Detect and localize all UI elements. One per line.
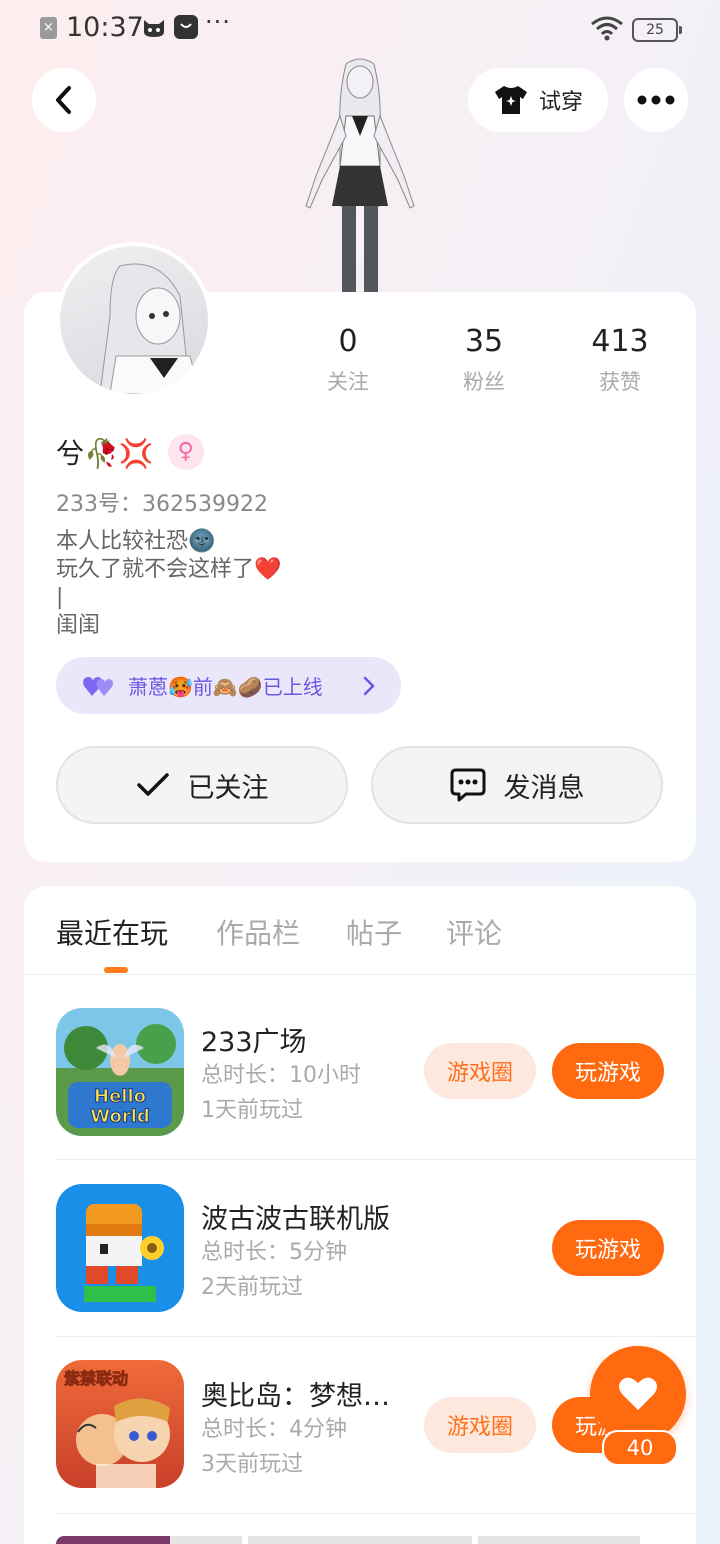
game-icon-aobi-island[interactable]: 紫禁联动 <box>56 1360 184 1488</box>
game-last-played: 2天前玩过 <box>201 1275 303 1300</box>
row-divider <box>56 1336 696 1337</box>
fans-label: 粉丝 <box>463 370 505 394</box>
game-2-artwork <box>56 1184 184 1312</box>
like-count: 40 <box>602 1430 678 1466</box>
notification-close-icon: × <box>40 17 57 39</box>
stat-following[interactable]: 0 关注 <box>293 324 403 396</box>
active-tab-indicator <box>104 967 128 973</box>
followed-button[interactable]: 已关注 <box>56 746 348 824</box>
tab-recently-played[interactable]: 最近在玩 <box>56 912 168 952</box>
shirt-sparkle-icon <box>494 86 527 114</box>
game-duration: 总时长：10小时 <box>201 1063 361 1088</box>
likes-count: 413 <box>591 324 649 359</box>
send-message-button[interactable]: 发消息 <box>371 746 663 824</box>
chat-bubble-icon <box>450 768 485 802</box>
wifi-icon <box>591 16 623 41</box>
try-on-button[interactable]: 试穿 <box>468 68 608 132</box>
play-game-button[interactable]: 玩游戏 <box>552 1043 664 1099</box>
app-bag-icon <box>174 15 198 39</box>
like-button[interactable] <box>590 1346 686 1442</box>
loading-bar <box>248 1536 472 1544</box>
avatar-3d-figure <box>305 58 415 294</box>
game-title[interactable]: 波古波古联机版 <box>201 1197 390 1236</box>
tab-works[interactable]: 作品栏 <box>216 912 300 952</box>
status-time: 10:37 <box>66 12 144 43</box>
game-circle-button[interactable]: 游戏圈 <box>424 1397 536 1453</box>
following-label: 关注 <box>327 370 369 394</box>
game-3-artwork: 紫禁联动 <box>56 1360 184 1488</box>
likes-label: 获赞 <box>599 370 641 394</box>
status-more-icon: ··· <box>205 8 231 36</box>
row-divider <box>56 1513 696 1514</box>
username-row: 兮🥀💢 ♀ <box>56 432 204 472</box>
game-3-logo-text: 紫禁联动 <box>64 1369 128 1388</box>
fanclub-text: 萧蒽🥵前🙈🥔已上线 <box>128 675 323 699</box>
chevron-left-icon <box>56 86 71 114</box>
bio-line: | <box>56 585 64 610</box>
double-heart-icon <box>83 676 113 696</box>
stat-fans[interactable]: 35 粉丝 <box>429 324 539 396</box>
loading-bar <box>170 1536 242 1544</box>
check-icon <box>136 773 169 796</box>
play-game-button[interactable]: 玩游戏 <box>552 1220 664 1276</box>
more-dots-icon <box>637 95 675 105</box>
game-circle-button[interactable]: 游戏圈 <box>424 1043 536 1099</box>
battery-icon: 25 <box>632 18 682 42</box>
tab-posts[interactable]: 帖子 <box>346 912 402 952</box>
followed-label: 已关注 <box>187 772 269 804</box>
bio-line: 本人比较社恐🌚 <box>56 529 216 554</box>
bio-line: 闺闺 <box>56 613 101 638</box>
game-last-played: 3天前玩过 <box>201 1452 303 1477</box>
game-icon-bogu[interactable] <box>56 1184 184 1312</box>
next-game-icon-peek <box>56 1536 184 1544</box>
back-button[interactable] <box>32 68 96 132</box>
send-message-label: 发消息 <box>503 772 585 804</box>
status-bar: × 10:37 ··· 25 <box>0 0 720 56</box>
username: 兮🥀💢 <box>56 437 154 470</box>
game-1-logo-text-b: World <box>90 1106 150 1127</box>
chevron-right-icon <box>363 676 375 695</box>
game-1-logo-text-a: Hello <box>94 1086 146 1107</box>
following-count: 0 <box>338 324 358 359</box>
try-on-label: 试穿 <box>538 90 583 115</box>
stat-likes[interactable]: 413 获赞 <box>565 324 675 396</box>
game-title[interactable]: 奥比岛：梦想… <box>201 1374 390 1413</box>
female-gender-icon: ♀ <box>167 434 204 470</box>
bio: 本人比较社恐🌚 玩久了就不会这样了❤️ | 闺闺 <box>56 528 281 640</box>
fanclub-banner[interactable]: 萧蒽🥵前🙈🥔已上线 <box>56 657 401 714</box>
row-divider <box>56 1159 696 1160</box>
tab-divider <box>24 974 696 975</box>
game-duration: 总时长：5分钟 <box>201 1240 347 1265</box>
more-options-button[interactable] <box>624 68 688 132</box>
loading-bar <box>478 1536 640 1544</box>
avatar-image <box>99 263 201 394</box>
game-1-artwork: Hello World <box>56 1008 184 1136</box>
game-title[interactable]: 233广场 <box>201 1020 307 1059</box>
game-last-played: 1天前玩过 <box>201 1098 303 1123</box>
tab-comments[interactable]: 评论 <box>446 912 502 952</box>
fans-count: 35 <box>464 324 504 359</box>
app-cat-icon <box>144 20 164 37</box>
game-duration: 总时长：4分钟 <box>201 1417 347 1442</box>
bio-line: 玩久了就不会这样了❤️ <box>56 557 282 582</box>
user-id: 233号：362539922 <box>56 492 268 517</box>
avatar[interactable] <box>56 242 212 398</box>
game-icon-233-plaza[interactable]: Hello World <box>56 1008 184 1136</box>
heart-icon <box>619 1377 657 1410</box>
